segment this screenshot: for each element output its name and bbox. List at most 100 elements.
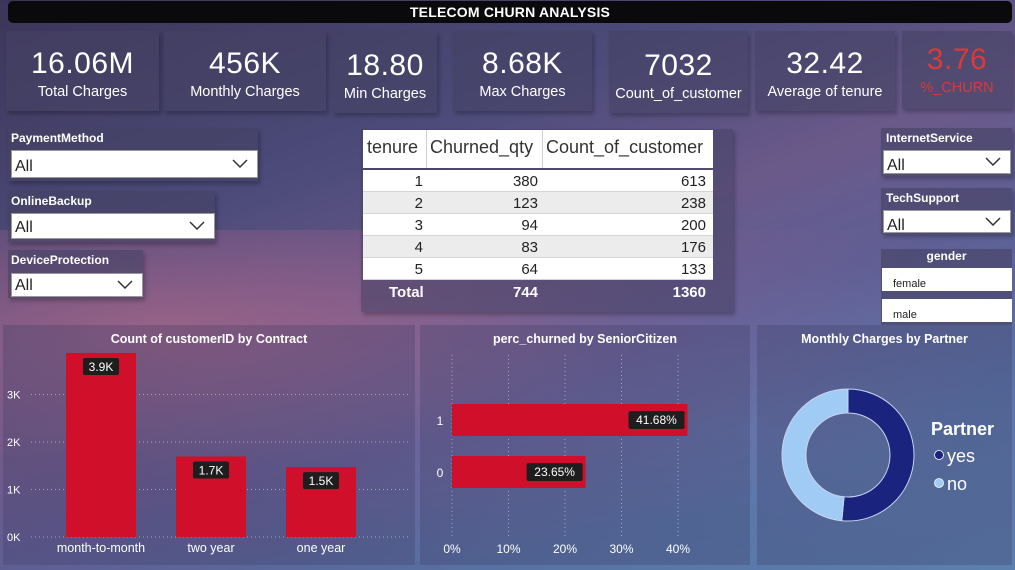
chart-title: perc_churned by SeniorCitizen — [492, 332, 678, 346]
chevron-down-icon — [232, 159, 248, 168]
table-row[interactable]: 3 94 200 — [363, 214, 713, 236]
y-tick-label: 0K — [7, 532, 21, 544]
total-count: 1360 — [672, 284, 706, 301]
payment-method-dropdown[interactable]: All — [11, 150, 258, 178]
bar[interactable] — [66, 352, 136, 537]
total-churned: 744 — [512, 284, 538, 301]
x-tick-label: one year — [297, 541, 346, 555]
legend-marker — [934, 450, 944, 460]
senior-citizen-bar-chart[interactable]: 0% 10% 20% 30% 40% 1 41.68% 0 23.65% — [420, 325, 750, 565]
data-label: 23.65% — [534, 465, 575, 479]
chart-title: Count of customerID by Contract — [110, 332, 308, 346]
slicer-internet-service: InternetService All — [881, 128, 1012, 176]
donut-slice[interactable] — [841, 388, 915, 522]
online-backup-dropdown[interactable]: All — [11, 213, 215, 239]
legend-item[interactable]: yes — [947, 446, 975, 466]
slicer-tech-support: TechSupport All — [881, 188, 1012, 234]
kpi-min-charges[interactable]: 18.80 Min Charges — [333, 31, 437, 113]
cell-churned: 83 — [521, 239, 538, 256]
kpi-label: Average of tenure — [767, 84, 883, 100]
contract-bar-chart[interactable]: 0K 1K 2K 3K 3.9K month-to-month 1.7K two year 1.… — [3, 325, 415, 565]
internet-service-dropdown[interactable]: All — [883, 150, 1011, 174]
data-label: 1.7K — [199, 463, 224, 477]
x-tick-label: two year — [187, 541, 234, 555]
device-protection-dropdown[interactable]: All — [11, 273, 143, 297]
slicer-gender: gender female male — [881, 249, 1012, 325]
slicer-device-protection: DeviceProtection All — [8, 250, 143, 298]
legend-marker — [934, 478, 944, 488]
x-tick-label: 30% — [609, 542, 633, 556]
kpi-label: Count_of_customer — [615, 86, 742, 102]
cell-churned: 123 — [512, 195, 538, 212]
data-label: 3.9K — [89, 360, 114, 374]
partner-chart-panel: Monthly Charges by Partner Partner yes no — [757, 325, 1012, 565]
cell-count: 133 — [680, 261, 706, 278]
cell-tenure: 1 — [414, 173, 423, 190]
table-row[interactable]: 4 83 176 — [363, 236, 713, 258]
cell-tenure: 5 — [414, 261, 423, 278]
dropdown-value: All — [887, 217, 905, 234]
column-header-tenure[interactable]: tenure — [367, 137, 418, 158]
kpi-value: 18.80 — [346, 49, 424, 82]
dropdown-value: All — [15, 277, 33, 294]
legend-item[interactable]: no — [947, 474, 967, 494]
column-header-churned[interactable]: Churned_qty — [430, 137, 533, 158]
kpi-churn-percent[interactable]: 3.76 %_CHURN — [902, 31, 1012, 109]
cell-count: 613 — [680, 173, 706, 190]
slicer-title: DeviceProtection — [11, 253, 110, 267]
kpi-value: 8.68K — [482, 47, 563, 80]
slicer-title: PaymentMethod — [11, 131, 104, 145]
chart-title: Monthly Charges by Partner — [801, 332, 968, 346]
chevron-down-icon — [985, 216, 1001, 226]
cell-tenure: 4 — [414, 239, 423, 256]
x-tick-label: 0% — [443, 542, 461, 556]
total-label: Total — [389, 284, 424, 301]
slicer-title: TechSupport — [886, 191, 960, 205]
cell-count: 238 — [680, 195, 706, 212]
y-tick-label: 2K — [7, 437, 21, 449]
table-row[interactable]: 1 380 613 — [363, 170, 713, 192]
gender-option-label: female — [893, 278, 927, 290]
contract-chart-panel: Count of customerID by Contract 0K 1K 2K 3K… — [3, 325, 415, 565]
y-tick-label: 0 — [437, 466, 444, 480]
table-row[interactable]: 5 64 133 — [363, 258, 713, 280]
kpi-monthly-charges[interactable]: 456K Monthly Charges — [164, 31, 326, 111]
data-label: 41.68% — [636, 413, 677, 427]
table-header: tenure Churned_qty Count_of_customer — [363, 130, 713, 168]
slicer-title: InternetService — [886, 131, 973, 145]
kpi-label: Min Charges — [343, 86, 427, 102]
column-header-count[interactable]: Count_of_customer — [546, 137, 703, 158]
cell-churned: 380 — [512, 173, 538, 190]
kpi-label: %_CHURN — [920, 80, 994, 96]
slicer-title: OnlineBackup — [11, 194, 92, 208]
cell-count: 200 — [680, 217, 706, 234]
x-tick-label: 20% — [553, 542, 577, 556]
gender-option-female[interactable]: female — [882, 268, 1012, 291]
senior-citizen-chart-panel: perc_churned by SeniorCitizen 0% 10% 20% 30… — [420, 325, 750, 565]
partner-donut-chart[interactable]: Partner yes no — [757, 325, 1012, 565]
chevron-down-icon — [117, 280, 133, 289]
dropdown-value: All — [887, 157, 905, 174]
kpi-count-customer[interactable]: 7032 Count_of_customer — [609, 31, 748, 113]
gender-option-label: male — [893, 309, 917, 321]
kpi-average-tenure[interactable]: 32.42 Average of tenure — [755, 31, 895, 111]
tech-support-dropdown[interactable]: All — [883, 210, 1011, 234]
table-row[interactable]: 2 123 238 — [363, 192, 713, 214]
slicer-online-backup: OnlineBackup All — [8, 191, 215, 242]
x-tick-label: 40% — [666, 542, 690, 556]
y-tick-label: 1K — [7, 485, 21, 497]
slicer-payment-method: PaymentMethod All — [8, 128, 258, 181]
dropdown-value: All — [15, 158, 33, 175]
y-tick-label: 1 — [437, 414, 444, 428]
cell-tenure: 3 — [414, 217, 423, 234]
kpi-value: 456K — [208, 47, 282, 80]
dashboard-title: TELECOM CHURN ANALYSIS — [8, 1, 1012, 23]
kpi-label: Total Charges — [37, 84, 128, 100]
kpi-value: 7032 — [644, 49, 713, 82]
kpi-max-charges[interactable]: 8.68K Max Charges — [453, 31, 592, 111]
kpi-total-charges[interactable]: 16.06M Total Charges — [6, 31, 159, 111]
gender-option-male[interactable]: male — [882, 299, 1012, 322]
cell-count: 176 — [680, 239, 706, 256]
donut-slice[interactable] — [781, 388, 849, 522]
tenure-table: tenure Churned_qty Count_of_customer 1 3… — [361, 129, 733, 312]
